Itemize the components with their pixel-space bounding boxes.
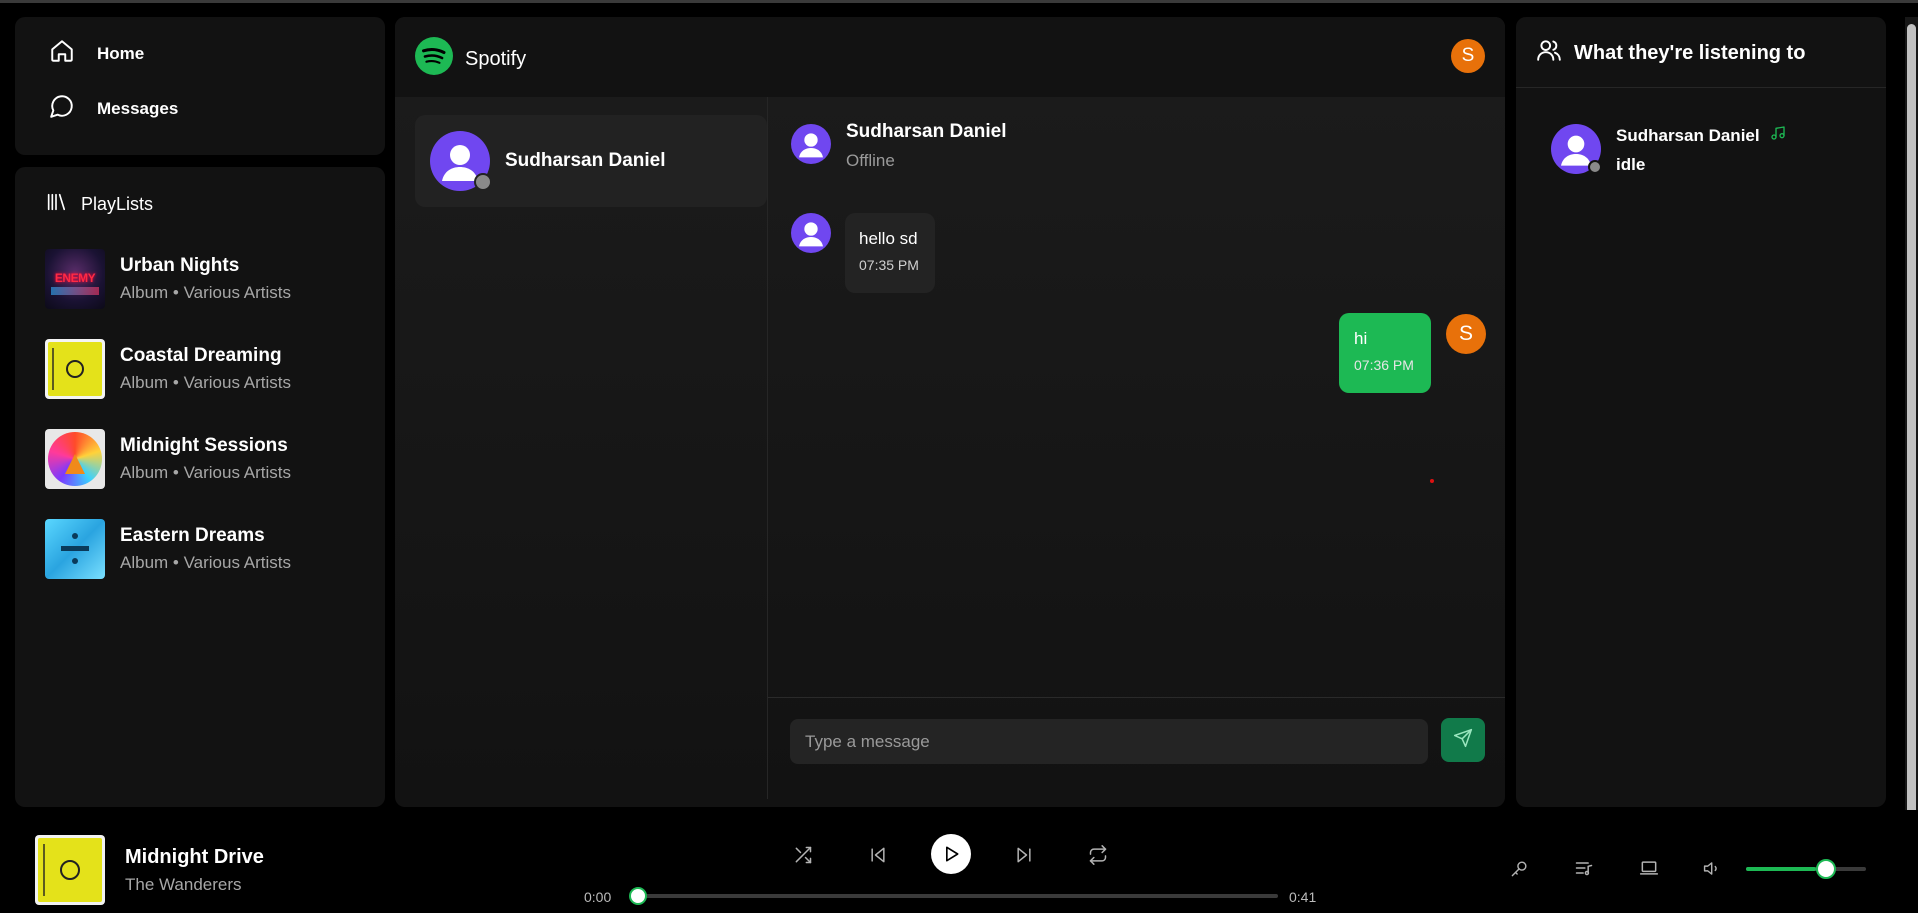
playlist-name: Urban Nights	[120, 255, 240, 276]
user-icon	[799, 222, 823, 247]
laptop-icon	[1639, 861, 1659, 875]
send-button[interactable]	[1441, 718, 1485, 762]
playlist-cover	[45, 429, 105, 489]
playlist-subtitle: Album • Various Artists	[120, 463, 291, 482]
message-bubble-outgoing: hi 07:36 PM	[1339, 313, 1431, 393]
playlist-cover	[45, 519, 105, 579]
playlist-subtitle: Album • Various Artists	[120, 553, 291, 572]
volume-handle[interactable]	[1815, 859, 1836, 879]
now-playing-title[interactable]: Midnight Drive	[125, 846, 264, 869]
message-text: hello sd	[859, 229, 918, 248]
message-time: 07:35 PM	[859, 257, 919, 273]
now-playing-cover[interactable]	[35, 835, 105, 905]
next-button[interactable]	[1011, 842, 1037, 868]
cover-title-text: ENEMY	[54, 271, 96, 285]
message-bubble-incoming: hello sd 07:35 PM	[845, 213, 935, 293]
lyrics-button[interactable]	[1507, 856, 1531, 880]
microphone-icon	[1511, 860, 1527, 876]
repeat-icon	[1089, 845, 1107, 865]
message-time: 07:36 PM	[1354, 357, 1414, 373]
music-note-icon	[1770, 125, 1786, 146]
brand-name: Spotify	[465, 47, 527, 70]
brand[interactable]: Spotify	[415, 37, 526, 81]
conversation-name: Sudharsan Daniel	[505, 150, 666, 171]
connect-device-button[interactable]	[1637, 856, 1661, 880]
contact-avatar	[791, 124, 831, 164]
friend-activity: idle	[1616, 155, 1646, 174]
composer-divider	[768, 697, 1505, 698]
nav-panel: Home Messages	[15, 17, 385, 155]
playlist-item[interactable]: Coastal Dreaming Album • Various Artists	[45, 337, 365, 401]
playlist-item[interactable]: Eastern Dreams Album • Various Artists	[45, 517, 365, 581]
progress-bar[interactable]	[629, 887, 1278, 905]
friend-activity-title: What they're listening to	[1574, 41, 1806, 64]
playlists-title: PlayLists	[81, 194, 154, 214]
playlist-name: Midnight Sessions	[120, 435, 288, 456]
shuffle-button[interactable]	[790, 842, 816, 868]
cursor-dot	[1430, 479, 1434, 483]
playlist-name: Eastern Dreams	[120, 525, 265, 546]
send-icon	[1453, 728, 1473, 753]
friend-row: Sudharsan Daniel	[1616, 125, 1786, 146]
queue-icon	[1575, 862, 1593, 876]
page-scrollbar-thumb[interactable]	[1907, 24, 1916, 864]
shuffle-icon	[795, 846, 812, 864]
play-icon	[946, 846, 959, 862]
nav-item-messages[interactable]: Messages	[49, 93, 178, 124]
skip-forward-icon	[1017, 847, 1031, 863]
skip-back-icon	[871, 847, 885, 863]
friend-avatar[interactable]	[1551, 124, 1602, 174]
chat-panel: Spotify S Sudharsan Daniel Sudharsan Dan…	[395, 17, 1505, 807]
users-icon	[1536, 37, 1562, 69]
playlist-item[interactable]: Midnight Sessions Album • Various Artist…	[45, 427, 365, 491]
friend-activity-header: What they're listening to	[1536, 37, 1805, 69]
nav-item-home[interactable]: Home	[49, 38, 144, 69]
message-text: hi	[1354, 329, 1368, 348]
message-icon	[49, 93, 75, 124]
playlists-header[interactable]: PlayLists	[45, 191, 153, 218]
contact-status: Offline	[846, 151, 895, 170]
queue-button[interactable]	[1572, 856, 1596, 880]
avatar	[430, 131, 492, 191]
status-offline-dot	[474, 173, 492, 191]
volume-slider[interactable]	[1746, 859, 1866, 879]
volume-fill	[1746, 867, 1816, 871]
message-sender-avatar	[791, 213, 831, 253]
playlist-cover: ENEMY	[45, 249, 105, 309]
contact-name: Sudharsan Daniel	[846, 121, 1007, 142]
playlist-name: Coastal Dreaming	[120, 345, 282, 366]
message-sender-avatar: S	[1446, 314, 1486, 354]
playlist-item[interactable]: ENEMY Urban Nights Album • Various Artis…	[45, 247, 365, 311]
friend-activity-panel: What they're listening to Sudharsan Dani…	[1516, 17, 1886, 807]
current-time: 0:00	[584, 889, 612, 905]
status-offline-dot	[1588, 160, 1602, 174]
conversation-item[interactable]: Sudharsan Daniel	[415, 115, 767, 207]
friend-activity-divider	[1516, 87, 1886, 88]
now-playing-artist[interactable]: The Wanderers	[125, 875, 242, 895]
volume-icon	[1703, 861, 1717, 875]
nav-item-label: Messages	[97, 98, 179, 118]
user-avatar[interactable]: S	[1451, 39, 1485, 73]
repeat-button[interactable]	[1085, 842, 1111, 868]
window-top-border	[0, 0, 1918, 3]
progress-handle[interactable]	[629, 887, 647, 905]
chat-header-bar: Spotify S	[395, 17, 1505, 97]
playlists-panel: PlayLists ENEMY Urban Nights Album • Var…	[15, 167, 385, 807]
message-input[interactable]	[790, 719, 1428, 764]
playlist-subtitle: Album • Various Artists	[120, 283, 291, 302]
nav-item-label: Home	[97, 43, 145, 63]
previous-button[interactable]	[865, 842, 891, 868]
library-icon	[45, 191, 67, 218]
playlist-cover	[45, 339, 105, 399]
playlist-subtitle: Album • Various Artists	[120, 373, 291, 392]
duration: 0:41	[1289, 889, 1317, 905]
user-icon	[799, 133, 823, 158]
mute-button[interactable]	[1700, 856, 1724, 880]
spotify-logo-icon	[415, 37, 453, 81]
play-button[interactable]	[931, 834, 971, 874]
home-icon	[49, 38, 75, 69]
conversation-divider	[767, 97, 768, 799]
friend-name: Sudharsan Daniel	[1616, 125, 1760, 145]
